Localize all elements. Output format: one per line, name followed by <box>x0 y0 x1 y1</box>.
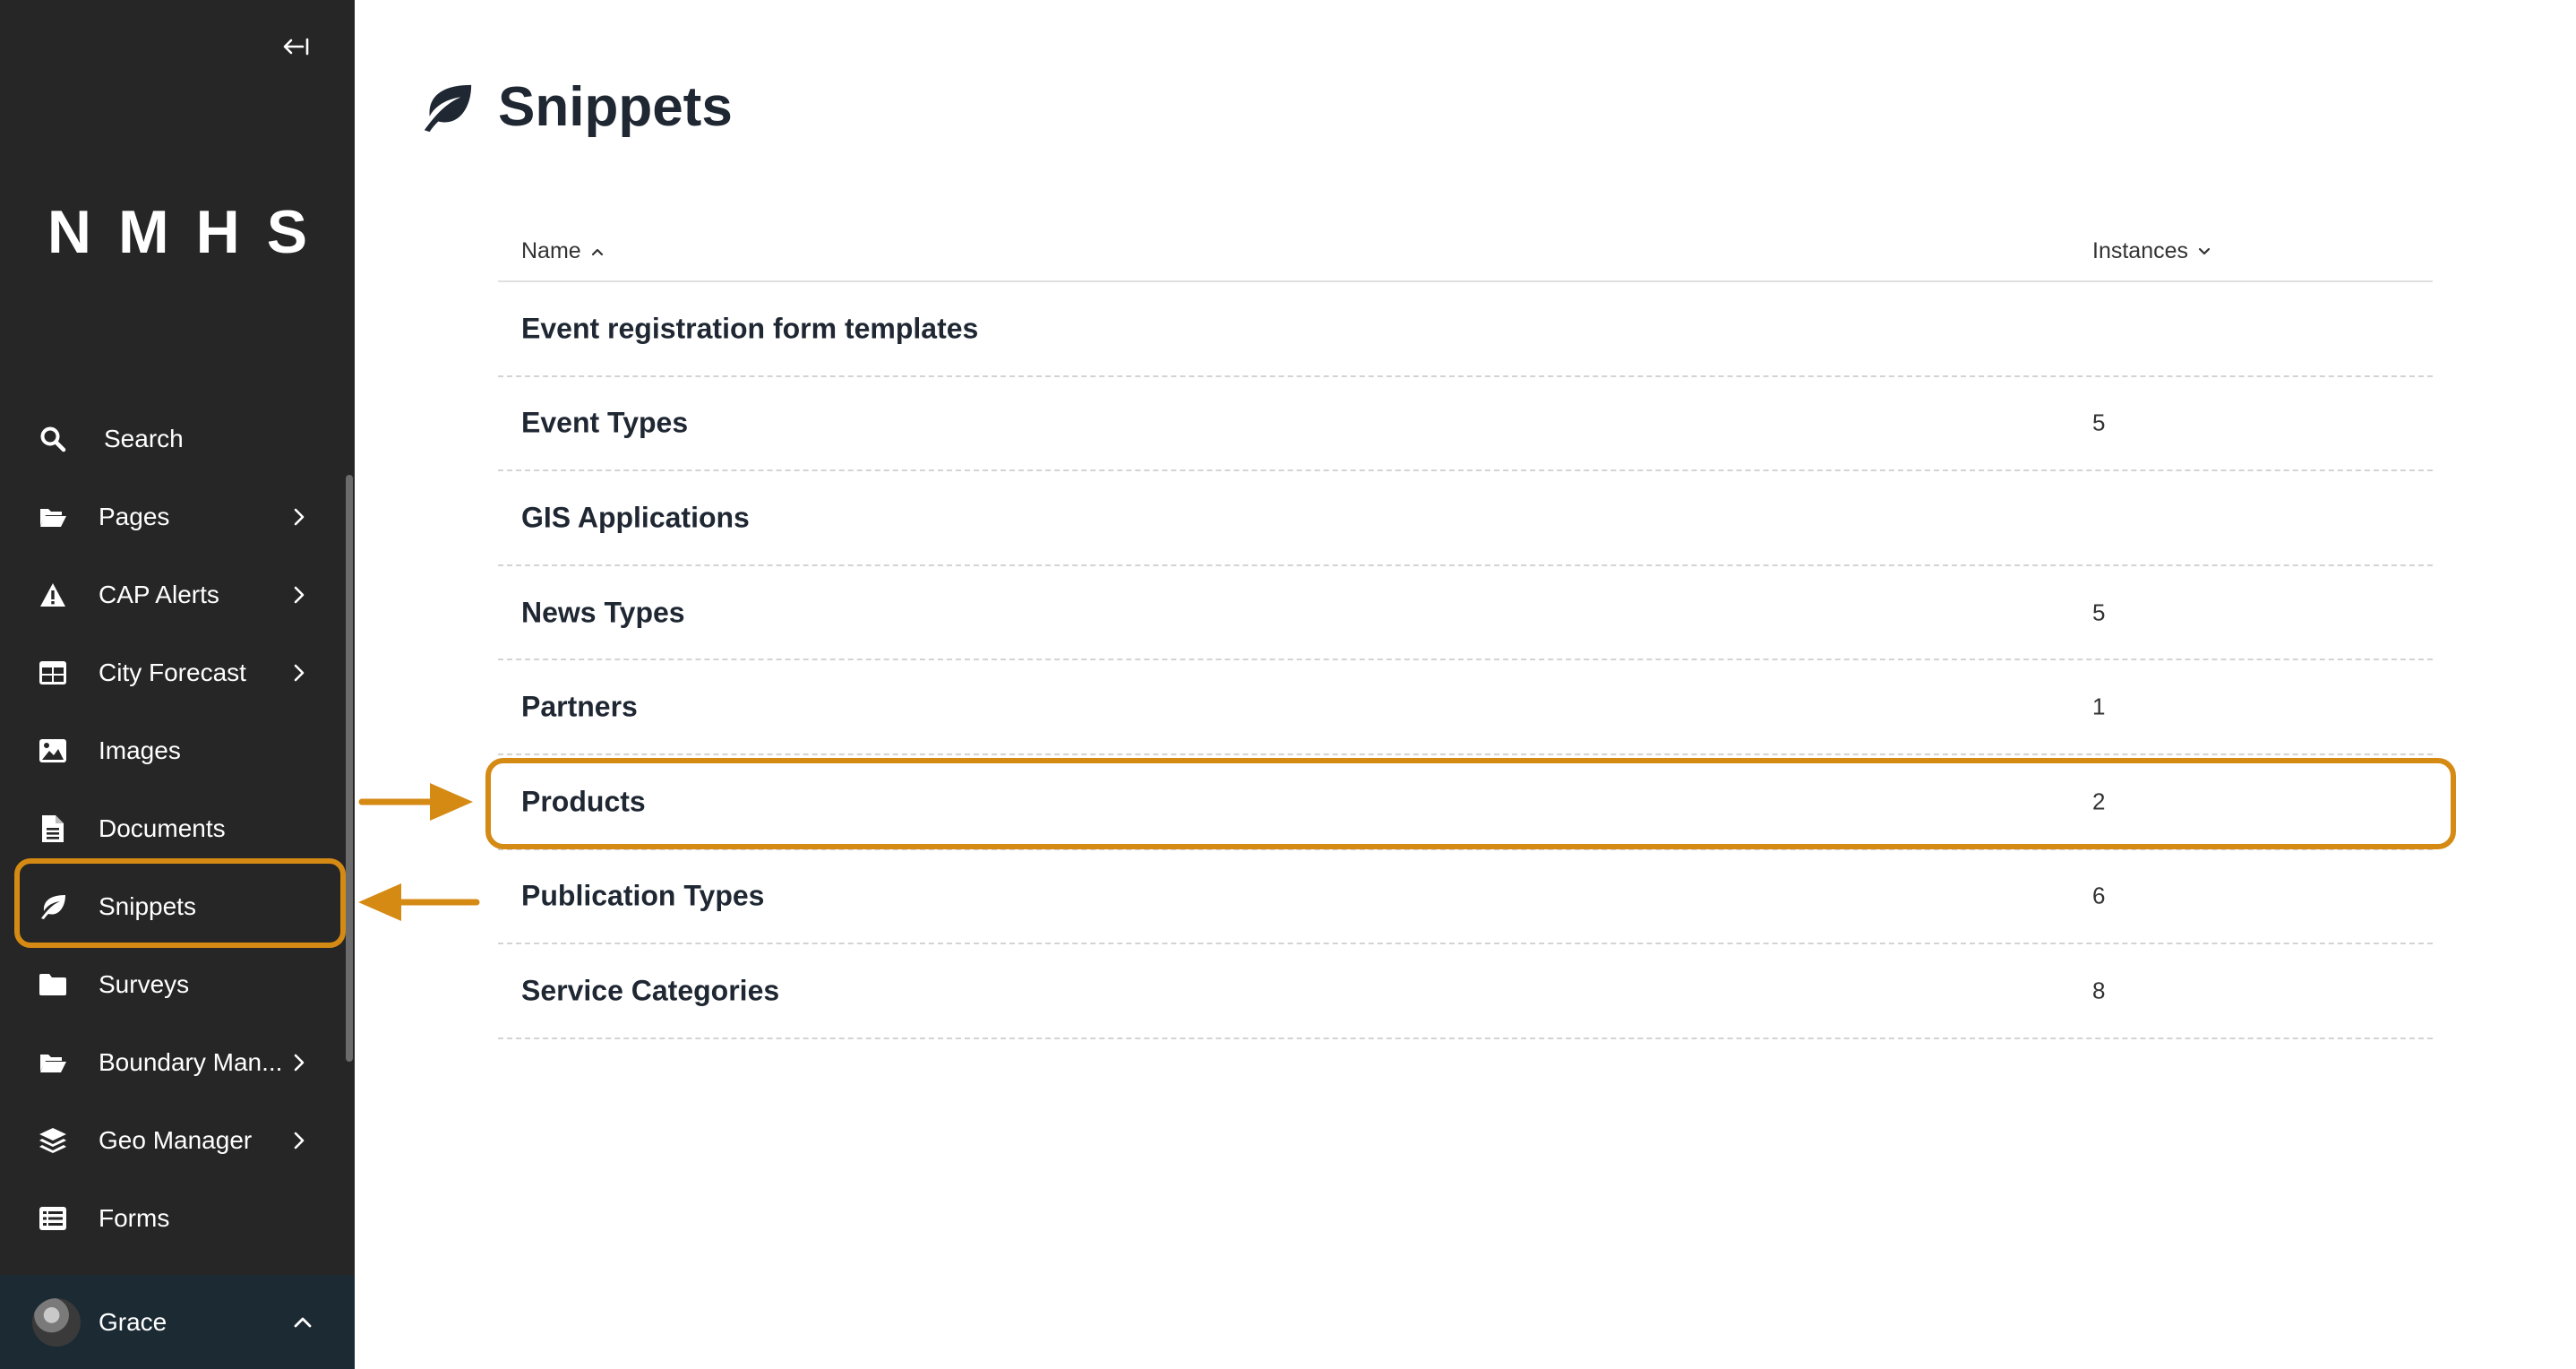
sort-ascending-icon <box>591 248 603 255</box>
folder-icon <box>38 969 68 1000</box>
sidebar-item-snippets[interactable]: Snippets <box>0 867 355 945</box>
sidebar-item-forms[interactable]: Forms <box>0 1179 355 1257</box>
sidebar-item-label: Pages <box>99 502 170 530</box>
sidebar-item-label: Boundary Man... <box>99 1047 283 1076</box>
snippets-table: Name Instances Event registration form t… <box>498 220 2433 1039</box>
sidebar-menu: Search Pages CAP Alerts City Forecast Im… <box>0 400 355 1257</box>
leaf-icon <box>38 891 68 922</box>
snippet-name-link[interactable]: Event registration form templates <box>521 312 978 345</box>
snippet-name-link[interactable]: News Types <box>521 596 685 629</box>
collapse-sidebar-button[interactable] <box>276 29 315 65</box>
layers-icon <box>38 1125 68 1156</box>
sidebar-item-boundary-manager[interactable]: Boundary Man... <box>0 1023 355 1101</box>
leaf-icon <box>424 84 472 132</box>
sidebar-item-label: Documents <box>99 814 226 842</box>
snippet-name-link[interactable]: Partners <box>521 691 638 724</box>
instance-count: 5 <box>2092 409 2106 436</box>
sidebar-item-documents[interactable]: Documents <box>0 789 355 867</box>
sidebar-item-label: City Forecast <box>99 658 246 686</box>
sidebar-item-label: Images <box>99 736 181 764</box>
sidebar-item-label: CAP Alerts <box>99 580 219 608</box>
column-header-label: Instances <box>2092 238 2189 263</box>
table-row[interactable]: Service Categories 8 <box>498 944 2433 1039</box>
sidebar: NMHS Search Pages CAP Alerts City Foreca… <box>0 0 355 1369</box>
account-name: Grace <box>99 1307 167 1336</box>
sidebar-item-surveys[interactable]: Surveys <box>0 945 355 1023</box>
document-icon <box>38 814 68 844</box>
chevron-right-icon <box>288 1130 310 1151</box>
sidebar-item-label: Surveys <box>99 969 190 998</box>
instance-count: 8 <box>2092 977 2106 1004</box>
chevron-right-icon <box>288 662 310 684</box>
page-header: Snippets <box>419 75 733 139</box>
sidebar-item-pages[interactable]: Pages <box>0 478 355 555</box>
instance-count: 1 <box>2092 693 2106 720</box>
sidebar-item-label: Search <box>104 424 184 452</box>
sidebar-item-label: Forms <box>99 1203 170 1232</box>
table-row[interactable]: Publication Types 6 <box>498 850 2433 945</box>
snippet-name-link[interactable]: Service Categories <box>521 974 779 1007</box>
table-row[interactable]: GIS Applications <box>498 471 2433 566</box>
folder-open-icon <box>38 1047 68 1078</box>
chevron-right-icon <box>288 506 310 528</box>
warning-icon <box>38 580 68 610</box>
snippet-name-link[interactable]: Publication Types <box>521 880 764 913</box>
collapse-left-icon <box>283 38 309 56</box>
table-row[interactable]: Products 2 <box>498 755 2433 850</box>
search-icon <box>38 424 68 454</box>
main-content: Snippets Name Instances Event registrati… <box>355 0 2576 1369</box>
avatar <box>32 1297 81 1347</box>
list-icon <box>38 1203 68 1234</box>
instance-count: 5 <box>2092 598 2106 626</box>
app-window: NMHS Search Pages CAP Alerts City Foreca… <box>0 0 2576 1369</box>
sidebar-item-city-forecast[interactable]: City Forecast <box>0 633 355 711</box>
table-row[interactable]: News Types 5 <box>498 566 2433 661</box>
table-row[interactable]: Partners 1 <box>498 660 2433 755</box>
table-row[interactable]: Event Types 5 <box>498 377 2433 472</box>
snippet-name-link[interactable]: Event Types <box>521 407 688 440</box>
column-header-name[interactable]: Name <box>521 238 605 264</box>
table-icon <box>38 658 68 688</box>
table-row[interactable]: Event registration form templates <box>498 282 2433 377</box>
chevron-right-icon <box>288 1052 310 1073</box>
table-header: Name Instances <box>498 220 2433 282</box>
folder-open-icon <box>38 502 68 532</box>
instance-count: 2 <box>2092 788 2106 815</box>
site-logo[interactable]: NMHS <box>0 197 355 267</box>
sort-descending-icon <box>2198 247 2211 254</box>
chevron-up-icon <box>292 1312 313 1333</box>
sidebar-item-images[interactable]: Images <box>0 711 355 789</box>
sidebar-item-label: Geo Manager <box>99 1125 253 1154</box>
sidebar-scrollbar[interactable] <box>346 475 353 1062</box>
column-header-label: Name <box>521 238 581 263</box>
sidebar-item-label: Snippets <box>99 891 196 920</box>
sidebar-item-geo-manager[interactable]: Geo Manager <box>0 1101 355 1179</box>
sidebar-item-cap-alerts[interactable]: CAP Alerts <box>0 555 355 633</box>
sidebar-item-search[interactable]: Search <box>0 400 355 478</box>
account-menu[interactable]: Grace <box>0 1275 355 1369</box>
image-icon <box>38 736 68 766</box>
page-title: Snippets <box>498 76 733 138</box>
instance-count: 6 <box>2092 882 2106 909</box>
snippet-name-link[interactable]: GIS Applications <box>521 501 750 534</box>
snippet-name-link[interactable]: Products <box>521 785 646 818</box>
column-header-instances[interactable]: Instances <box>2092 238 2211 264</box>
chevron-right-icon <box>288 584 310 606</box>
